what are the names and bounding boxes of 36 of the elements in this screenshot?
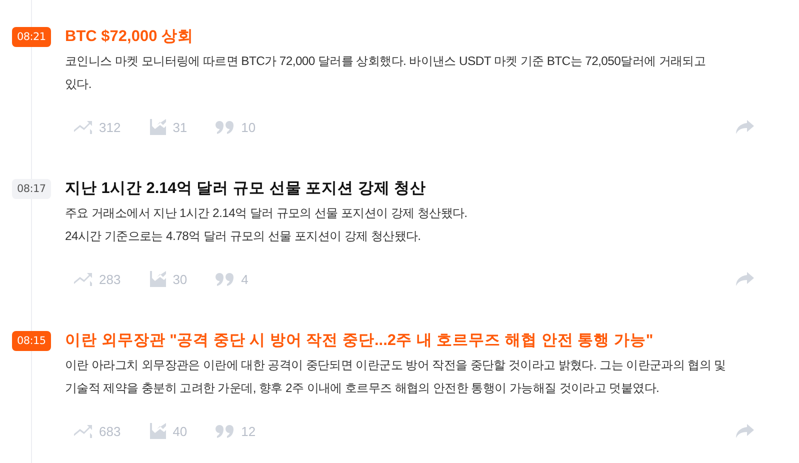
news-text: 24시간 기준으로는 4.78억 달러 규모의 선물 포지션이 강제 청산됐다. [65, 228, 422, 245]
bearish-button[interactable]: 31 [148, 118, 188, 136]
bearish-button[interactable]: 40 [148, 422, 188, 440]
trending-down-icon [148, 270, 167, 288]
news-title[interactable]: 지난 1시간 2.14억 달러 규모 선물 포지션 강제 청산 [65, 179, 765, 199]
time-badge: 08:21 [12, 27, 51, 47]
bullish-button[interactable]: 312 [73, 119, 121, 135]
quote-icon [215, 424, 236, 438]
bullish-button[interactable]: 283 [73, 271, 121, 287]
share-button[interactable] [735, 271, 755, 287]
bullish-button[interactable]: 683 [73, 423, 121, 439]
news-text: 기술적 제약을 충분히 고려한 가운데, 향후 2주 이내에 호르무즈 해협의 안전한 통행이 가능해질 것이라고 덧붙였다. [65, 380, 660, 397]
news-title[interactable]: BTC $72,000 상회 [65, 27, 765, 47]
trending-up-icon [73, 423, 93, 439]
time-badge: 08:17 [12, 179, 51, 199]
share-button[interactable] [735, 119, 755, 135]
bearish-button[interactable]: 30 [148, 270, 188, 288]
comment-button[interactable]: 12 [215, 424, 256, 438]
time-badge: 08:15 [12, 331, 51, 351]
comment-button[interactable]: 4 [215, 272, 248, 286]
news-text: 주요 거래소에서 지난 1시간 2.14억 달러 규모의 선물 포지션이 강제 청산됐다. [65, 205, 468, 222]
share-icon [735, 423, 755, 439]
trending-up-icon [73, 271, 93, 287]
share-icon [735, 119, 755, 135]
share-button[interactable] [735, 423, 755, 439]
news-text: 있다. [65, 76, 92, 93]
news-title[interactable]: 이란 외무장관 "공격 중단 시 방어 작전 중단...2주 내 호르무즈 해협 안전 통행 가능" [65, 331, 765, 351]
news-text: 이란 아라그치 외무장관은 이란에 대한 공격이 중단되면 이란군도 방어 작전을 중단할 것이라고 밝혔다. 그는 이란군과의 협의 및 [65, 357, 727, 374]
news-text: 코인니스 마켓 모니터링에 따르면 BTC가 72,000 달러를 상회했다. 바이낸스 USDT 마켓 기준 BTC는 72,050달러에 거래되고 [65, 53, 707, 70]
share-icon [735, 271, 755, 287]
trending-down-icon [148, 422, 167, 440]
trending-up-icon [73, 119, 93, 135]
quote-icon [215, 120, 236, 134]
comment-button[interactable]: 10 [215, 120, 256, 134]
trending-down-icon [148, 118, 167, 136]
quote-icon [215, 272, 236, 286]
